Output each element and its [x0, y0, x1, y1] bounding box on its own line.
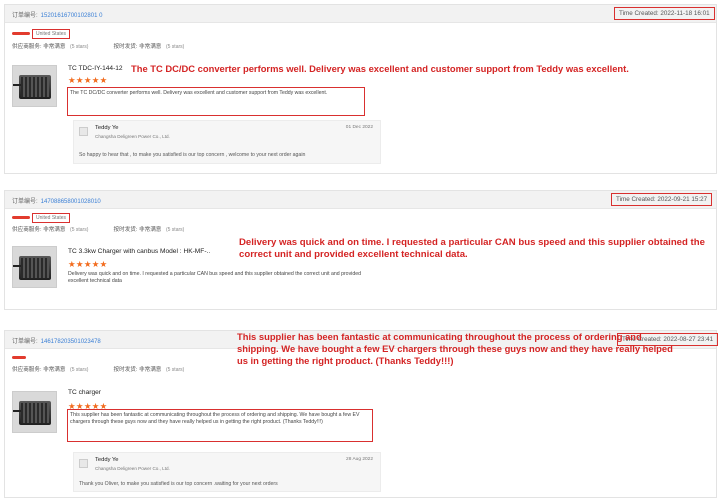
- delivery-label: 按时发货:: [113, 367, 138, 373]
- reply-date: 01 Dec 2022: [345, 125, 373, 130]
- highlight-annotation: Delivery was quick and on time. I reques…: [239, 237, 705, 260]
- delivery-stars: (5 stars): [165, 44, 185, 50]
- service-stars: (5 stars): [70, 44, 89, 50]
- delivery-stars: (5 stars): [165, 227, 185, 233]
- review-card: 订单编号: 15201616700102801 0 Time Created: 2…: [4, 4, 717, 174]
- company-logo-icon: [79, 459, 88, 468]
- reply-company[interactable]: Changsha Deligreen Power Co., Ltd.: [95, 134, 170, 139]
- service-label: 供应商服务:: [12, 44, 42, 50]
- rating-row: 供应商服务: 非常满意 (5 stars) 按时发货: 非常满意 (5 star…: [12, 42, 184, 50]
- product-title[interactable]: TC TDC-IY-144-12: [68, 65, 123, 72]
- review-card: 订单编号: 146178203501023478 Time Created: 20…: [4, 330, 719, 498]
- card-header: 订单编号: 15201616700102801 0 Time Created: 2…: [5, 5, 716, 23]
- reply-date: 28 Aug 2022: [346, 457, 373, 462]
- product-image[interactable]: [12, 391, 57, 433]
- delivery-label: 按时发货:: [113, 44, 138, 50]
- order-number-link[interactable]: 146178203501023478: [41, 339, 101, 345]
- review-text: Delivery was quick and on time. I reques…: [68, 271, 361, 285]
- service-value: 非常满意: [43, 227, 66, 233]
- product-image[interactable]: [12, 246, 57, 288]
- reply-text: So happy to hear that , to make you sati…: [79, 152, 306, 158]
- rating-stars: ★★★★★: [68, 259, 108, 269]
- redacted-buyer-name: [12, 32, 30, 36]
- highlight-annotation: This supplier has been fantastic at comm…: [237, 331, 673, 366]
- seller-reply: Teddy Ye Changsha Deligreen Power Co., L…: [73, 452, 381, 492]
- order-number: 订单编号: 146178203501023478: [12, 336, 101, 345]
- buyer-info: United States: [12, 213, 71, 223]
- service-stars: (5 stars): [70, 367, 89, 373]
- buyer-info: United States: [12, 29, 71, 39]
- order-number: 订单编号: 147088658001028010: [12, 196, 101, 205]
- review-text: The TC DC/DC converter performs well. De…: [67, 87, 365, 116]
- service-label: 供应商服务:: [12, 227, 42, 233]
- review-text: This supplier has been fantastic at comm…: [67, 409, 373, 442]
- review-text-content: This supplier has been fantastic at comm…: [70, 412, 360, 426]
- buyer-info: [12, 355, 28, 361]
- product-title[interactable]: TC 3.3kw Charger with canbus Model : HK-…: [68, 248, 210, 255]
- company-logo-icon: [79, 127, 88, 136]
- service-value: 非常满意: [43, 44, 66, 50]
- service-stars: (5 stars): [70, 227, 89, 233]
- card-header: 订单编号: 147088658001028010 Time Created: 20…: [5, 191, 716, 209]
- review-card: 订单编号: 147088658001028010 Time Created: 20…: [4, 190, 717, 310]
- delivery-label: 按时发货:: [113, 227, 138, 233]
- product-title[interactable]: TC charger: [68, 389, 101, 396]
- rating-row: 供应商服务: 非常满意 (5 stars) 按时发货: 非常满意 (5 star…: [12, 365, 184, 373]
- delivery-value: 非常满意: [139, 44, 162, 50]
- rating-stars: ★★★★★: [68, 75, 108, 85]
- delivery-stars: (5 stars): [165, 367, 185, 373]
- order-number-label: 订单编号:: [12, 13, 38, 19]
- time-created: Time Created: 2022-11-18 16:01: [614, 7, 715, 20]
- redacted-buyer-name: [12, 216, 30, 220]
- reply-text: Thank you Oliver, to make you satisfied …: [79, 481, 278, 487]
- delivery-value: 非常满意: [139, 227, 162, 233]
- reply-seller-name: Teddy Ye: [95, 457, 119, 463]
- review-text-content: The TC DC/DC converter performs well. De…: [70, 90, 328, 96]
- order-number-label: 订单编号:: [12, 339, 38, 345]
- highlight-annotation: The TC DC/DC converter performs well. De…: [131, 63, 629, 74]
- buyer-country: United States: [32, 29, 71, 39]
- product-image[interactable]: [12, 65, 57, 107]
- rating-row: 供应商服务: 非常满意 (5 stars) 按时发货: 非常满意 (5 star…: [12, 225, 184, 233]
- order-number-link[interactable]: 15201616700102801 0: [41, 13, 103, 19]
- buyer-country: United States: [32, 213, 71, 223]
- order-number-label: 订单编号:: [12, 199, 38, 205]
- reply-company[interactable]: Changsha Deligreen Power Co., Ltd.: [95, 466, 170, 471]
- service-value: 非常满意: [43, 367, 66, 373]
- reply-seller-name: Teddy Ye: [95, 125, 119, 131]
- redacted-buyer-name: [12, 356, 26, 360]
- order-number-link[interactable]: 147088658001028010: [41, 199, 101, 205]
- time-created: Time Created: 2022-09-21 15:27: [611, 193, 713, 206]
- seller-reply: Teddy Ye Changsha Deligreen Power Co., L…: [73, 120, 381, 164]
- order-number: 订单编号: 15201616700102801 0: [12, 10, 102, 19]
- delivery-value: 非常满意: [139, 367, 162, 373]
- service-label: 供应商服务:: [12, 367, 42, 373]
